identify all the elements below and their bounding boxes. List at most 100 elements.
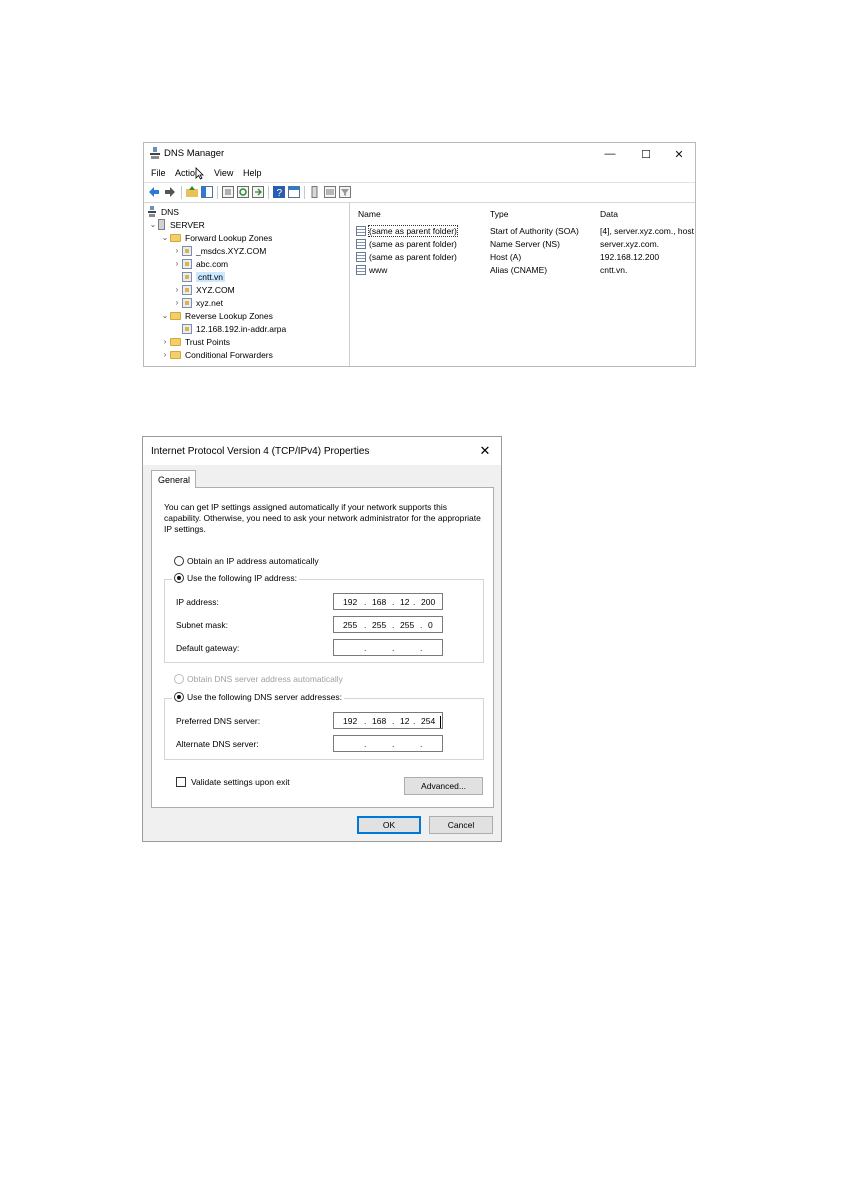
tree-node-zone[interactable]: › XYZ.COM — [172, 283, 235, 296]
maximize-button[interactable]: ☐ — [629, 143, 663, 165]
show-hide-tree-icon[interactable] — [201, 186, 213, 198]
folder-icon — [170, 311, 181, 320]
default-gateway-field[interactable]: ... — [333, 639, 443, 656]
folder-icon — [170, 350, 181, 359]
folder-icon — [170, 337, 181, 346]
preferred-dns-label: Preferred DNS server: — [176, 716, 261, 726]
cancel-button[interactable]: Cancel — [429, 816, 493, 834]
column-header-type[interactable]: Type — [490, 209, 508, 219]
chevron-down-icon[interactable]: ⌄ — [160, 311, 170, 320]
dialog-title: Internet Protocol Version 4 (TCP/IPv4) P… — [151, 446, 370, 457]
text-caret — [440, 716, 441, 728]
folder-icon — [170, 233, 181, 242]
refresh-icon[interactable] — [237, 186, 249, 198]
obtain-ip-auto-option[interactable]: Obtain an IP address automatically — [174, 556, 319, 566]
zone-icon — [182, 245, 192, 256]
ok-button[interactable]: OK — [357, 816, 421, 834]
zone-icon — [182, 258, 192, 269]
chevron-right-icon[interactable]: › — [172, 298, 182, 307]
tree-node-server[interactable]: ⌄ SERVER — [148, 218, 205, 231]
mouse-cursor-icon — [195, 167, 204, 180]
record-icon — [356, 265, 366, 275]
record-icon — [356, 239, 366, 249]
preferred-dns-field[interactable]: 192 . 168 . 12 . 254 — [333, 712, 443, 729]
chevron-right-icon[interactable]: › — [172, 259, 182, 268]
server-icon — [158, 219, 165, 230]
tree-node-reverse-zone[interactable]: 12.168.192.in-addr.arpa — [172, 322, 286, 335]
record-icon — [356, 226, 366, 236]
tab-general-label: General — [158, 475, 191, 485]
alternate-dns-field[interactable]: ... — [333, 735, 443, 752]
validate-settings-option[interactable]: Validate settings upon exit — [176, 777, 290, 787]
zone-icon — [182, 271, 192, 282]
tree-node-zone[interactable]: › abc.com — [172, 257, 228, 270]
window-title: DNS Manager — [164, 148, 225, 159]
menu-file[interactable]: File — [151, 168, 166, 178]
radio-button[interactable] — [174, 692, 184, 702]
chevron-down-icon[interactable]: ⌄ — [160, 233, 170, 242]
chevron-right-icon[interactable]: › — [172, 285, 182, 294]
help-icon[interactable]: ? — [273, 186, 285, 198]
back-arrow-icon[interactable] — [148, 186, 160, 198]
chevron-right-icon[interactable]: › — [172, 246, 182, 255]
menu-help[interactable]: Help — [243, 168, 262, 178]
record-row[interactable]: (same as parent folder) Host (A) 192.168… — [356, 251, 695, 264]
ip-address-label: IP address: — [176, 597, 219, 607]
use-following-dns-option[interactable]: Use the following DNS server addresses: — [172, 692, 344, 702]
subnet-mask-field[interactable]: 255 . 255 . 255 . 0 — [333, 616, 443, 633]
menu-bar: File Action View Help — [144, 166, 695, 181]
tab-general[interactable]: General — [151, 470, 196, 488]
record-row[interactable]: (same as parent folder) Name Server (NS)… — [356, 238, 695, 251]
tree-node-reverse-lookup-zones[interactable]: ⌄ Reverse Lookup Zones — [160, 309, 273, 322]
tree-node-forward-lookup-zones[interactable]: ⌄ Forward Lookup Zones — [160, 231, 273, 244]
column-header-name[interactable]: Name — [358, 209, 381, 219]
list-icon[interactable] — [324, 186, 336, 198]
advanced-button[interactable]: Advanced... — [404, 777, 483, 795]
dns-manager-window: DNS Manager — ☐ ✕ File Action View Help … — [143, 142, 696, 367]
radio-button[interactable] — [174, 556, 184, 566]
ipv4-properties-dialog: Internet Protocol Version 4 (TCP/IPv4) P… — [142, 436, 502, 842]
chevron-right-icon[interactable]: › — [160, 350, 170, 359]
record-row[interactable]: www Alias (CNAME) cntt.vn. — [356, 264, 695, 277]
server-icon[interactable] — [309, 186, 321, 198]
up-folder-icon[interactable] — [186, 186, 198, 198]
intro-text: You can get IP settings assigned automat… — [164, 502, 481, 534]
column-header-data[interactable]: Data — [600, 209, 618, 219]
zone-icon — [182, 297, 192, 308]
dns-icon — [148, 206, 156, 217]
close-button[interactable]: ✕ — [662, 143, 695, 165]
radio-button[interactable] — [174, 573, 184, 583]
export-list-icon[interactable] — [252, 186, 264, 198]
obtain-dns-auto-option: Obtain DNS server address automatically — [174, 674, 343, 684]
close-button[interactable]: ✕ — [473, 441, 497, 461]
use-following-ip-option[interactable]: Use the following IP address: — [172, 573, 299, 583]
records-list: Name Type Data (same as parent folder) S… — [352, 203, 695, 366]
forward-arrow-icon[interactable] — [164, 186, 176, 198]
tree-node-dns[interactable]: DNS — [148, 205, 179, 218]
subnet-mask-label: Subnet mask: — [176, 620, 228, 630]
alternate-dns-label: Alternate DNS server: — [176, 739, 259, 749]
toolbar: ? — [144, 182, 695, 203]
ip-address-field[interactable]: 192 . 168 . 12 . 200 — [333, 593, 443, 610]
chevron-right-icon[interactable]: › — [160, 337, 170, 346]
tree-node-trust-points[interactable]: › Trust Points — [160, 335, 230, 348]
details-view-icon[interactable] — [288, 186, 300, 198]
zone-icon — [182, 323, 192, 334]
zone-icon — [182, 284, 192, 295]
general-tab-panel: You can get IP settings assigned automat… — [151, 487, 494, 808]
tree-node-conditional-forwarders[interactable]: › Conditional Forwarders — [160, 348, 273, 361]
tree-node-zone[interactable]: › _msdcs.XYZ.COM — [172, 244, 266, 257]
minimize-button[interactable]: — — [593, 143, 627, 165]
console-tree: DNS ⌄ SERVER ⌄ Forward Lookup Zones › _m… — [144, 203, 350, 366]
dialog-titlebar: Internet Protocol Version 4 (TCP/IPv4) P… — [143, 437, 501, 465]
dns-titlebar: DNS Manager — ☐ ✕ — [144, 143, 695, 165]
tree-node-zone[interactable]: › xyz.net — [172, 296, 223, 309]
filter-icon[interactable] — [339, 186, 351, 198]
validate-checkbox[interactable] — [176, 777, 186, 787]
tree-node-zone-selected[interactable]: cntt.vn — [172, 270, 226, 283]
properties-icon[interactable] — [222, 186, 234, 198]
radio-button — [174, 674, 184, 684]
menu-view[interactable]: View — [214, 168, 233, 178]
chevron-down-icon[interactable]: ⌄ — [148, 220, 158, 229]
record-row[interactable]: (same as parent folder) Start of Authori… — [356, 225, 695, 238]
